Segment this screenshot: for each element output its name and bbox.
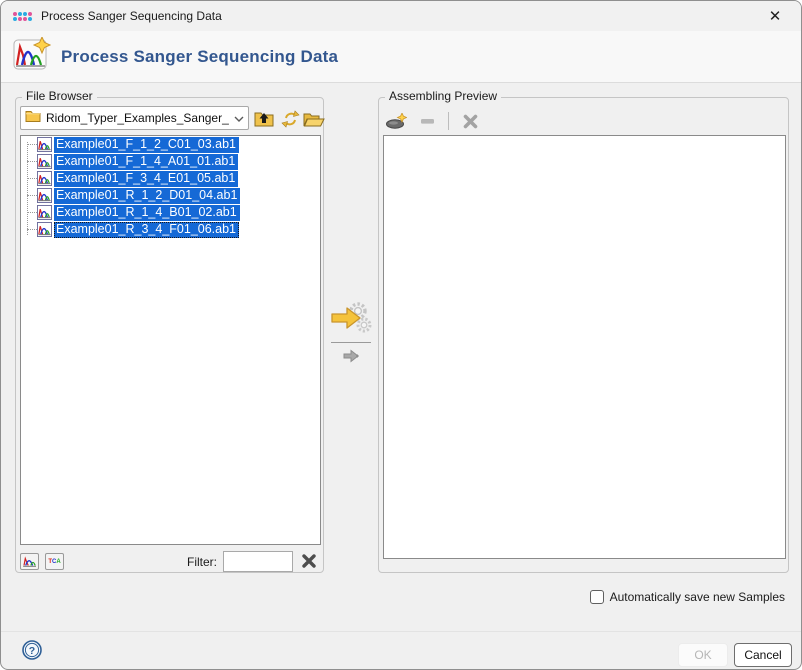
assembling-preview-area[interactable] bbox=[383, 135, 786, 559]
assembling-preview-legend: Assembling Preview bbox=[385, 89, 501, 103]
divider bbox=[331, 342, 371, 343]
process-files-button[interactable] bbox=[329, 299, 373, 337]
delete-icon[interactable] bbox=[458, 111, 482, 131]
remove-icon[interactable] bbox=[415, 111, 439, 131]
file-name: Example01_R_1_2_D01_04.ab1 bbox=[54, 188, 240, 204]
window-title: Process Sanger Sequencing Data bbox=[41, 9, 222, 23]
dialog-header: Process Sanger Sequencing Data bbox=[1, 31, 801, 83]
chromatogram-file-icon bbox=[37, 171, 52, 186]
chromatogram-file-icon bbox=[37, 137, 52, 152]
folder-up-button[interactable] bbox=[252, 108, 276, 129]
chromatogram-file-icon bbox=[37, 188, 52, 203]
chromatogram-file-icon bbox=[37, 154, 52, 169]
tree-branch bbox=[27, 195, 37, 196]
autosave-option[interactable]: Automatically save new Samples bbox=[590, 590, 785, 604]
file-name: Example01_R_3_4_F01_06.ab1 bbox=[54, 222, 239, 238]
open-folder-button[interactable] bbox=[302, 108, 326, 129]
new-sample-icon[interactable] bbox=[384, 111, 408, 131]
file-row[interactable]: Example01_R_1_4_B01_02.ab1 bbox=[21, 204, 320, 221]
ok-button[interactable]: OK bbox=[678, 643, 728, 667]
tree-branch bbox=[27, 178, 37, 179]
footer: ? OK Cancel bbox=[1, 631, 801, 669]
file-list[interactable]: Example01_F_1_2_C01_03.ab1 Exam bbox=[20, 135, 321, 545]
folder-path-combobox[interactable]: Ridom_Typer_Examples_Sanger_ITS/ bbox=[20, 106, 249, 130]
assembling-preview-group: Assembling Preview bbox=[378, 97, 789, 573]
close-icon[interactable]: ✕ bbox=[757, 2, 793, 30]
assembling-toolbar bbox=[384, 110, 482, 132]
file-row[interactable]: Example01_F_1_4_A01_01.ab1 bbox=[21, 153, 320, 170]
file-name: Example01_R_1_4_B01_02.ab1 bbox=[54, 205, 240, 221]
svg-text:?: ? bbox=[29, 645, 35, 657]
file-name: Example01_F_3_4_E01_05.ab1 bbox=[54, 171, 238, 187]
file-browser-group: File Browser Ridom_Typer_Examples_Sanger… bbox=[15, 97, 324, 573]
folder-icon bbox=[25, 109, 41, 127]
tree-branch bbox=[27, 212, 37, 213]
app-logo-dots-icon bbox=[13, 12, 32, 21]
file-row[interactable]: Example01_R_1_2_D01_04.ab1 bbox=[21, 187, 320, 204]
add-to-preview-button[interactable] bbox=[341, 347, 361, 365]
file-row[interactable]: Example01_F_1_2_C01_03.ab1 bbox=[21, 136, 320, 153]
folder-path-value: Ridom_Typer_Examples_Sanger_ITS/ bbox=[46, 111, 229, 125]
file-row[interactable]: Example01_F_3_4_E01_05.ab1 bbox=[21, 170, 320, 187]
cancel-button[interactable]: Cancel bbox=[734, 643, 792, 667]
autosave-checkbox[interactable] bbox=[590, 590, 604, 604]
page-title: Process Sanger Sequencing Data bbox=[61, 47, 338, 67]
autosave-label: Automatically save new Samples bbox=[610, 590, 785, 604]
clear-filter-icon[interactable] bbox=[299, 551, 319, 571]
file-name: Example01_F_1_2_C01_03.ab1 bbox=[54, 137, 239, 153]
file-name: Example01_F_1_4_A01_01.ab1 bbox=[54, 154, 238, 170]
toolbar-separator bbox=[448, 112, 449, 130]
chevron-down-icon bbox=[234, 109, 244, 127]
tree-branch bbox=[27, 161, 37, 162]
dialog-window: Process Sanger Sequencing Data ✕ Process… bbox=[0, 0, 802, 670]
filter-input[interactable] bbox=[223, 551, 293, 572]
titlebar: Process Sanger Sequencing Data ✕ bbox=[1, 1, 801, 31]
refresh-button[interactable] bbox=[278, 108, 302, 129]
help-icon[interactable]: ? bbox=[22, 640, 42, 660]
tree-branch bbox=[27, 144, 37, 145]
trace-view-toggle[interactable] bbox=[20, 553, 39, 570]
filter-label: Filter: bbox=[187, 555, 217, 569]
tree-branch bbox=[27, 229, 37, 230]
file-row[interactable]: Example01_R_3_4_F01_06.ab1 bbox=[21, 221, 320, 238]
chromatogram-star-icon bbox=[13, 37, 51, 76]
chromatogram-file-icon bbox=[37, 205, 52, 220]
chromatogram-file-icon bbox=[37, 222, 52, 237]
sequence-text-toggle[interactable]: TCA bbox=[45, 553, 64, 570]
file-browser-legend: File Browser bbox=[22, 89, 97, 103]
